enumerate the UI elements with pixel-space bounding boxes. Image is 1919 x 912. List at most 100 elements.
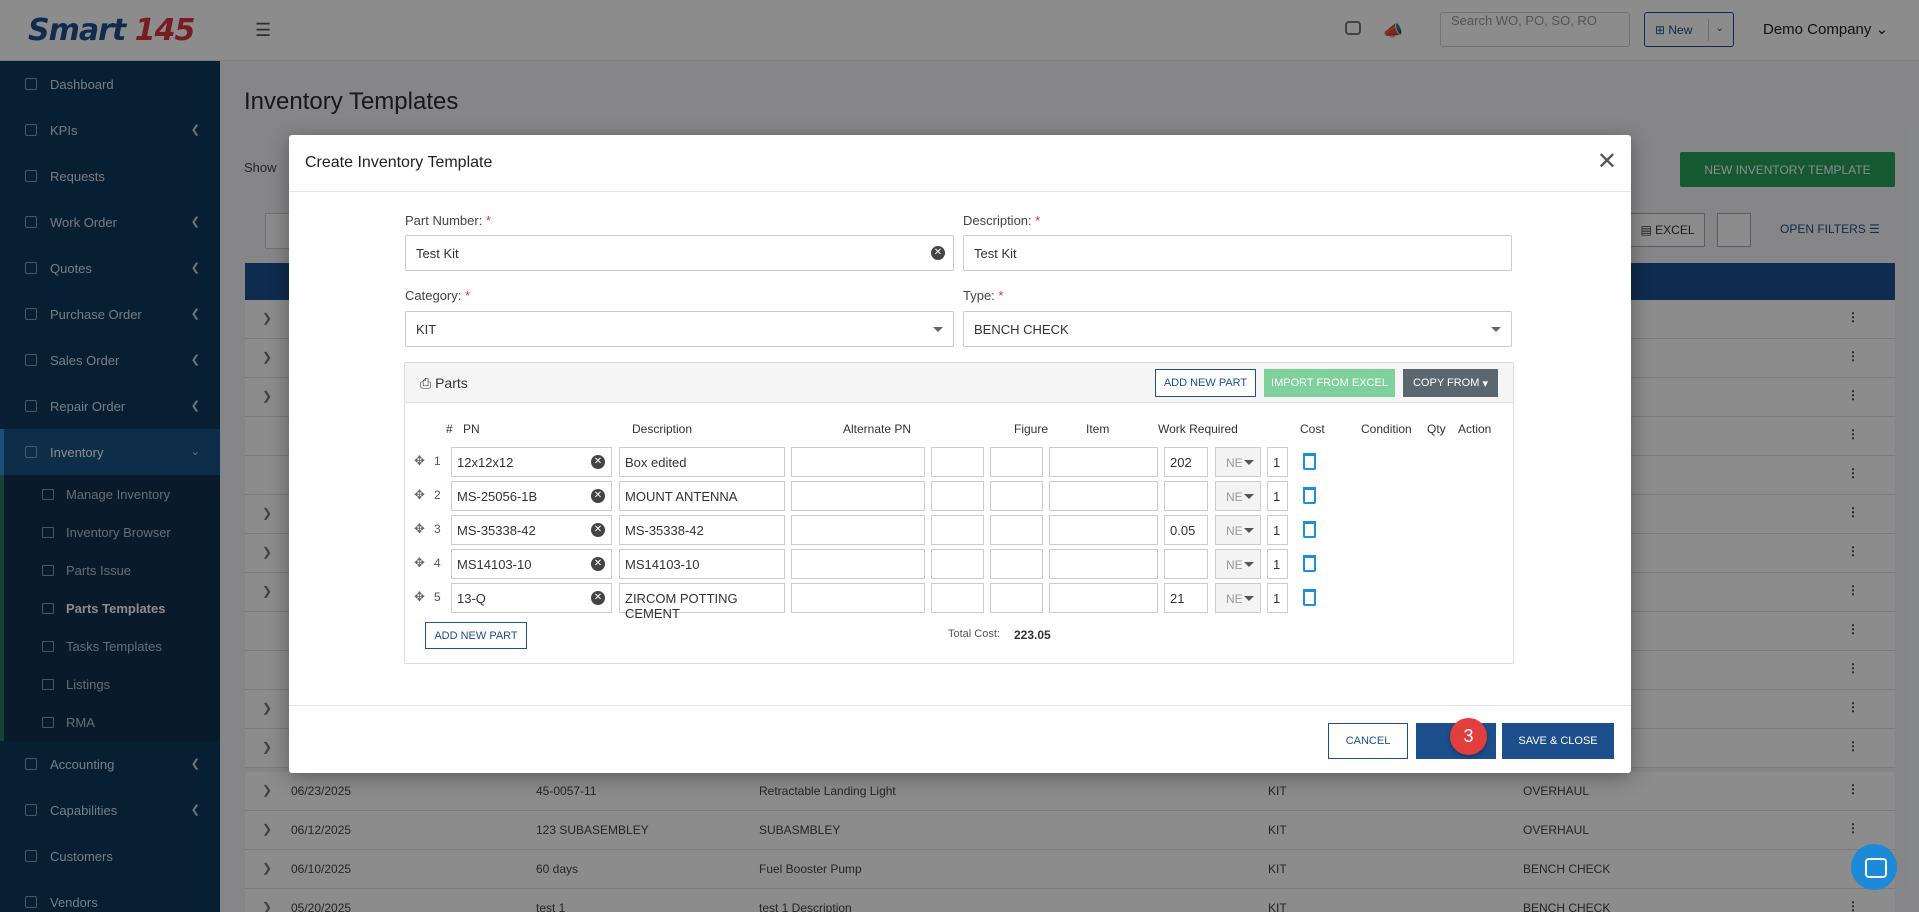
qty-input[interactable]: 1 [1267,447,1288,477]
condition-select[interactable]: NE [1215,583,1261,613]
qty-input[interactable]: 1 [1267,515,1288,545]
part-row: ✥ 3 MS-35338-42 ✕ MS-35338-42 0.05 NE 1 [414,515,1509,545]
cost-input[interactable]: 21 [1164,583,1208,613]
work-required-input[interactable] [1049,481,1158,511]
item-input[interactable] [990,447,1043,477]
cancel-button[interactable]: CANCEL [1328,723,1408,759]
step-badge: 3 [1450,718,1487,755]
create-template-modal: Create Inventory Template ✕ Part Number:… [289,135,1631,773]
col-header-action: Action [1458,422,1492,436]
part-row: ✥ 2 MS-25056-1B ✕ MOUNT ANTENNA NE 1 [414,481,1509,511]
alternate-pn-input[interactable] [791,583,925,613]
trash-icon[interactable] [1303,487,1316,504]
condition-select[interactable]: NE [1215,481,1261,511]
col-header-num: # [446,422,453,436]
pn-input[interactable]: 13-Q ✕ [451,583,612,613]
parts-title: ⎙ Parts [420,375,468,391]
qty-input[interactable]: 1 [1267,481,1288,511]
figure-input[interactable] [931,447,984,477]
drag-handle-icon[interactable]: ✥ [414,555,425,571]
type-label: Type: * [963,288,1004,303]
modal-header: Create Inventory Template ✕ [289,135,1631,192]
close-icon[interactable]: ✕ [1597,147,1617,176]
cost-input[interactable]: 202 [1164,447,1208,477]
condition-select[interactable]: NE [1215,549,1261,579]
figure-input[interactable] [931,515,984,545]
caret-down-icon [1244,596,1254,601]
trash-icon[interactable] [1303,555,1316,572]
description-input[interactable]: MOUNT ANTENNA [619,481,785,511]
alternate-pn-input[interactable] [791,481,925,511]
drag-handle-icon[interactable]: ✥ [414,589,425,605]
item-input[interactable] [990,515,1043,545]
parts-header: ⎙ Parts ADD NEW PART IMPORT FROM EXCEL C… [405,363,1513,403]
trash-icon[interactable] [1303,589,1316,606]
pn-input[interactable]: MS-25056-1B ✕ [451,481,612,511]
part-row: ✥ 5 13-Q ✕ ZIRCOM POTTING CEMENT 21 NE 1 [414,583,1509,621]
clear-icon[interactable]: ✕ [591,455,605,469]
chevron-down-icon [1491,327,1501,332]
add-new-part-bottom-button[interactable]: ADD NEW PART [425,622,527,649]
add-new-part-button[interactable]: ADD NEW PART [1155,369,1256,397]
clear-icon[interactable]: ✕ [931,246,945,260]
description-field[interactable]: Test Kit [963,235,1512,271]
description-label: Description: * [963,213,1041,228]
clear-icon[interactable]: ✕ [591,557,605,571]
pn-input[interactable]: MS14103-10 ✕ [451,549,612,579]
caret-down-icon [1244,460,1254,465]
work-required-input[interactable] [1049,583,1158,613]
qty-input[interactable]: 1 [1267,583,1288,613]
drag-handle-icon[interactable]: ✥ [414,521,425,537]
chevron-down-icon [933,327,943,332]
import-from-excel-button[interactable]: IMPORT FROM EXCEL [1264,369,1395,397]
parts-panel: ⎙ Parts ADD NEW PART IMPORT FROM EXCEL C… [404,362,1514,664]
col-header-figure: Figure [1014,422,1049,436]
alternate-pn-input[interactable] [791,447,925,477]
work-required-input[interactable] [1049,515,1158,545]
clear-icon[interactable]: ✕ [591,591,605,605]
qty-input[interactable]: 1 [1267,549,1288,579]
cost-input[interactable] [1164,549,1208,579]
col-header-cost: Cost [1300,422,1325,436]
trash-icon[interactable] [1303,521,1316,538]
caret-down-icon [1244,562,1254,567]
part-number-field[interactable]: Test Kit ✕ [405,235,954,271]
col-header-description: Description [632,422,693,436]
figure-input[interactable] [931,481,984,511]
type-select[interactable]: BENCH CHECK [963,311,1512,347]
part-row: ✥ 1 12x12x12 ✕ Box edited 202 NE 1 [414,447,1509,477]
pn-input[interactable]: 12x12x12 ✕ [451,447,612,477]
copy-from-button[interactable]: COPY FROM ▾ [1403,369,1498,397]
figure-input[interactable] [931,583,984,613]
col-header-condition: Condition [1361,422,1412,436]
description-input[interactable]: ZIRCOM POTTING CEMENT [619,583,785,621]
work-required-input[interactable] [1049,549,1158,579]
work-required-input[interactable] [1049,447,1158,477]
category-select[interactable]: KIT [405,311,954,347]
clear-icon[interactable]: ✕ [591,489,605,503]
description-input[interactable]: Box edited [619,447,785,477]
alternate-pn-input[interactable] [791,549,925,579]
cost-input[interactable] [1164,481,1208,511]
cost-input[interactable]: 0.05 [1164,515,1208,545]
item-input[interactable] [990,583,1043,613]
chat-icon[interactable] [1851,844,1897,890]
caret-down-icon [1244,494,1254,499]
pn-input[interactable]: MS-35338-42 ✕ [451,515,612,545]
item-input[interactable] [990,549,1043,579]
drag-handle-icon[interactable]: ✥ [414,453,425,469]
condition-select[interactable]: NE [1215,515,1261,545]
alternate-pn-input[interactable] [791,515,925,545]
trash-icon[interactable] [1303,453,1316,470]
figure-input[interactable] [931,549,984,579]
part-number-label: Part Number: * [405,213,491,228]
category-label: Category: * [405,288,471,303]
save-and-close-button[interactable]: SAVE & CLOSE [1502,723,1614,759]
item-input[interactable] [990,481,1043,511]
drag-handle-icon[interactable]: ✥ [414,487,425,503]
clear-icon[interactable]: ✕ [591,523,605,537]
caret-down-icon [1244,528,1254,533]
condition-select[interactable]: NE [1215,447,1261,477]
description-input[interactable]: MS14103-10 [619,549,785,579]
description-input[interactable]: MS-35338-42 [619,515,785,545]
